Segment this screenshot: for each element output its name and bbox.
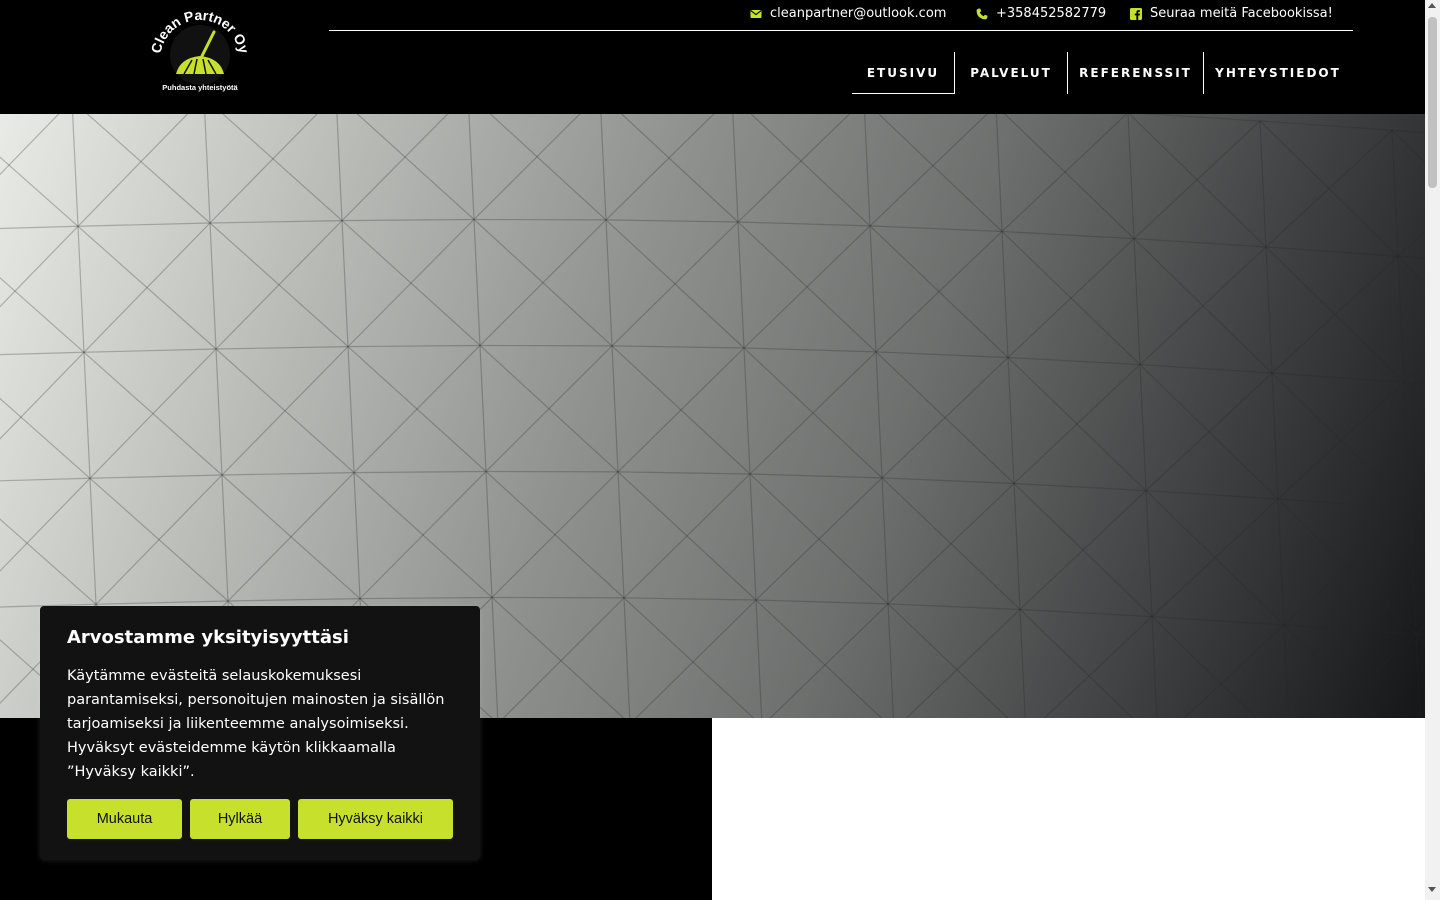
email-text: cleanpartner@outlook.com	[770, 6, 947, 21]
customize-button[interactable]: Mukauta	[67, 799, 182, 839]
nav-referenssit[interactable]: REFERENSSIT	[1068, 52, 1204, 94]
cookie-consent-dialog: Arvostamme yksityisyyttäsi Käytämme eväs…	[40, 606, 480, 860]
facebook-text: Seuraa meitä Facebookissa!	[1150, 6, 1333, 21]
nav-palvelut[interactable]: PALVELUT	[955, 52, 1068, 94]
broom-logo-icon: Clean Partner Oy Puhdasta yhteistyötä	[148, 7, 253, 92]
cookie-title: Arvostamme yksityisyyttäsi	[67, 627, 349, 648]
scrollbar-thumb[interactable]	[1428, 17, 1437, 188]
phone-text: +358452582779	[996, 6, 1107, 21]
site-header: Clean Partner Oy Puhdasta yhteistyötä cl…	[0, 0, 1425, 114]
accept-all-button[interactable]: Hyväksy kaikki	[298, 799, 453, 839]
nav-etusivu[interactable]: ETUSIVU	[852, 52, 955, 94]
email-link[interactable]: cleanpartner@outlook.com	[750, 6, 946, 21]
nav-yhteystiedot[interactable]: YHTEYSTIEDOT	[1204, 52, 1352, 94]
page: Clean Partner Oy Puhdasta yhteistyötä cl…	[0, 0, 1425, 900]
brand-logo[interactable]: Clean Partner Oy Puhdasta yhteistyötä	[148, 7, 253, 96]
cookie-buttons: Mukauta Hylkää Hyväksy kaikki	[67, 799, 453, 839]
content-white-area	[712, 718, 1425, 900]
scroll-down-arrow-icon[interactable]	[1428, 887, 1436, 892]
top-contact-bar: cleanpartner@outlook.com +358452582779 S…	[329, 0, 1353, 31]
facebook-link[interactable]: Seuraa meitä Facebookissa!	[1130, 6, 1333, 21]
reject-button[interactable]: Hylkää	[190, 799, 290, 839]
envelope-icon	[750, 9, 762, 18]
facebook-icon	[1130, 7, 1142, 20]
scroll-up-arrow-icon[interactable]	[1428, 3, 1436, 8]
cookie-text: Käytämme evästeitä selauskokemuksesi par…	[67, 668, 445, 780]
brand-tagline: Puhdasta yhteistyötä	[162, 83, 238, 92]
phone-icon	[976, 8, 988, 19]
page-scrollbar[interactable]	[1425, 0, 1440, 900]
phone-link[interactable]: +358452582779	[976, 6, 1106, 21]
